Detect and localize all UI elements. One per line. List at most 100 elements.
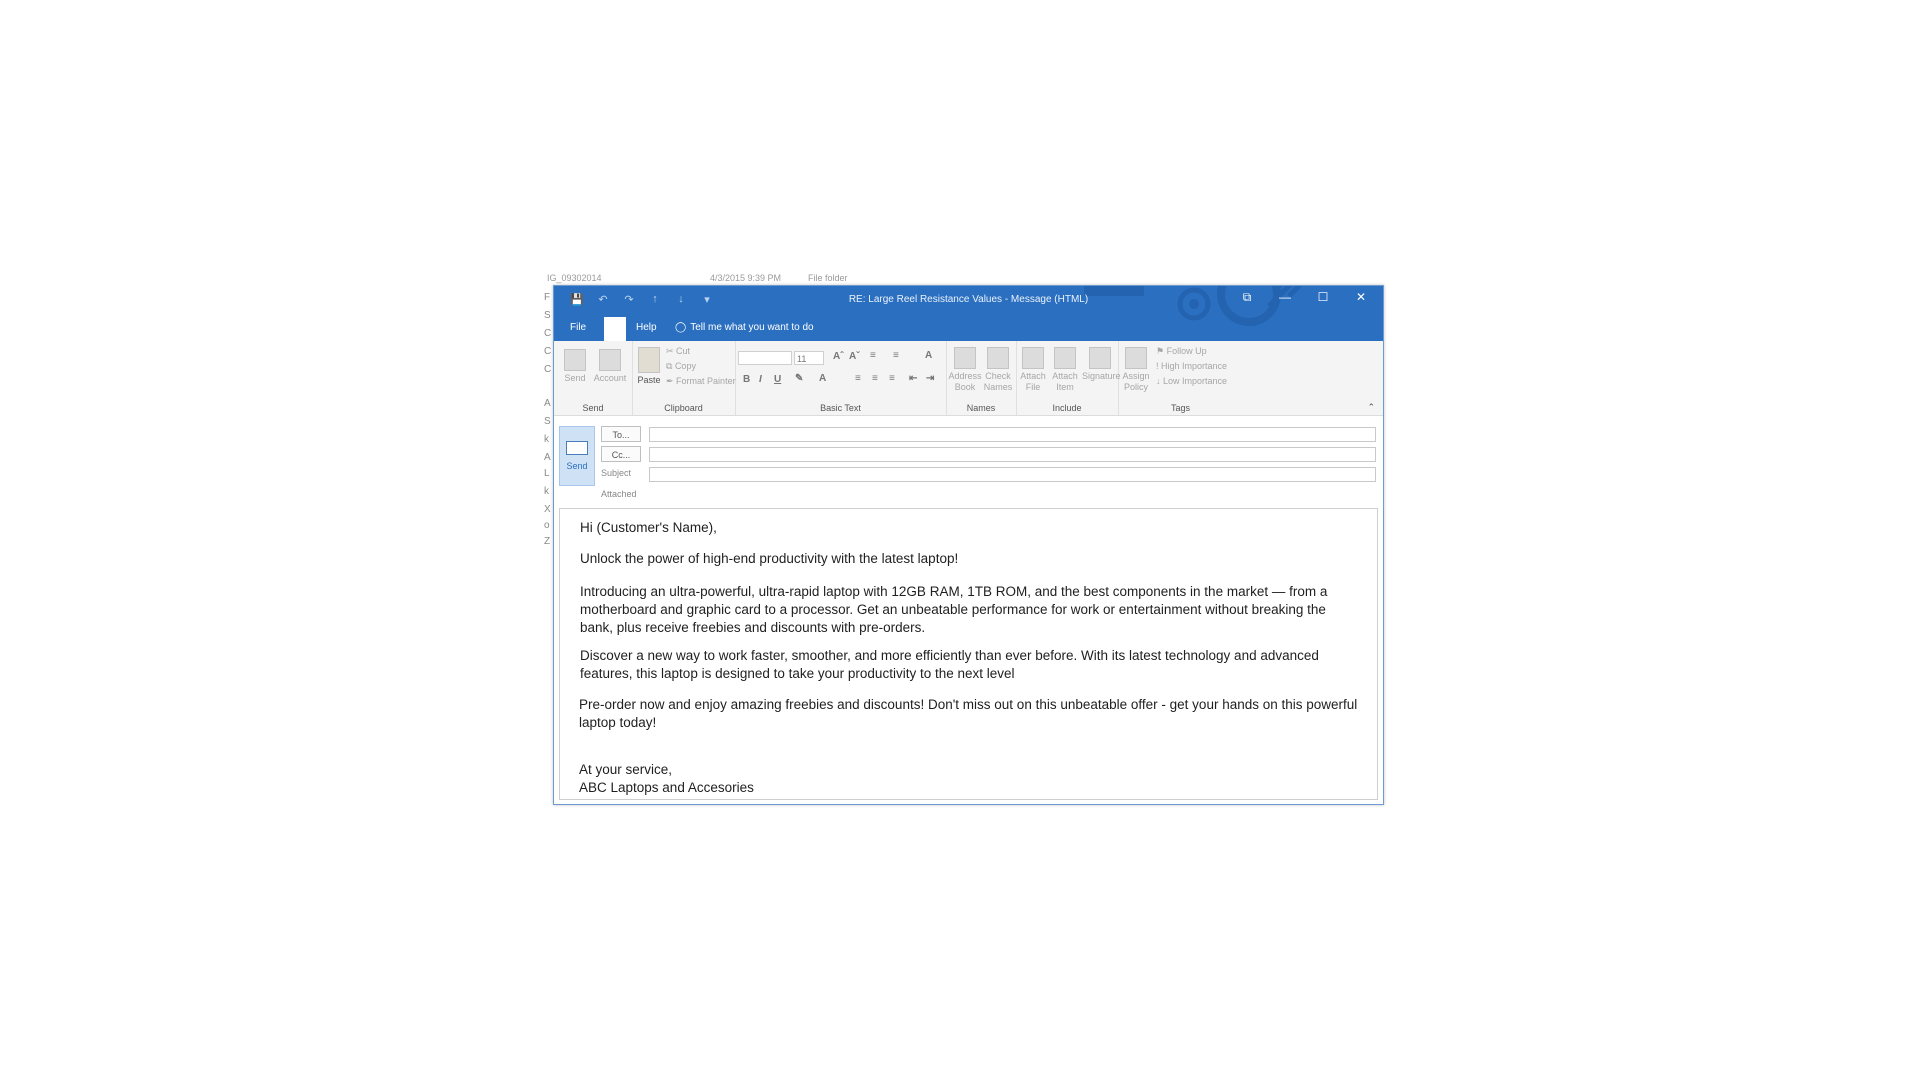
format-painter-label: Format Painter — [676, 376, 736, 386]
address-book-label: Address — [948, 371, 982, 381]
high-importance-button[interactable]: ! High Importance — [1156, 361, 1227, 371]
high-importance-label: High Importance — [1161, 361, 1228, 371]
subject-field[interactable] — [649, 467, 1376, 482]
background-letter: S — [544, 310, 551, 321]
font-size-combo[interactable]: 11 — [794, 351, 824, 365]
include-group: Attach File Attach Item Signature Includ… — [1016, 341, 1121, 415]
send-envelope-icon — [566, 441, 588, 455]
window-controls: ⧉ — ☐ ✕ — [1235, 290, 1373, 305]
attach-item-button[interactable]: Attach Item — [1050, 347, 1080, 393]
send-ribbon-label: Send — [564, 373, 586, 383]
font-name-combo[interactable] — [738, 351, 792, 365]
signature-label: Signature — [1082, 371, 1121, 381]
align-right-icon[interactable]: ≡ — [889, 373, 895, 384]
signoff-text: At your service, — [579, 762, 673, 777]
tab-help[interactable]: Help — [636, 314, 657, 341]
background-file-name: IG_09302014 — [547, 273, 602, 283]
signature-button[interactable]: Signature — [1082, 347, 1121, 382]
cc-field[interactable] — [649, 447, 1376, 462]
attach-file-label-2: File — [1025, 382, 1041, 392]
background-letter: C — [544, 346, 552, 357]
format-painter-button[interactable]: ✒ Format Painter — [666, 376, 736, 387]
background-letter: k — [544, 434, 549, 445]
copy-label: Copy — [674, 361, 696, 371]
envelope-attach-icon — [1054, 347, 1076, 369]
tags-group: Assign Policy ⚑ Follow Up ! High Importa… — [1118, 341, 1243, 415]
shrink-font-icon[interactable]: Aˇ — [849, 351, 860, 362]
basic-text-group: 11 Aˆ Aˇ ≡ ≡ A B I U ✎ A ≡ ≡ ≡ ⇤ ⇥ Basic… — [735, 341, 947, 415]
background-letter: C — [544, 328, 552, 339]
grow-font-icon[interactable]: Aˆ — [833, 351, 844, 362]
font-color-icon[interactable]: A — [819, 373, 826, 384]
send-group: Send Account Send — [554, 341, 633, 415]
tell-me-label: Tell me what you want to do — [690, 322, 814, 333]
attach-file-label: Attach — [1020, 371, 1046, 381]
align-center-icon[interactable]: ≡ — [872, 373, 878, 384]
names-group: Address Book Check Names Names — [946, 341, 1017, 415]
check-names-button[interactable]: Check Names — [982, 347, 1014, 393]
clipboard-group-label: Clipboard — [664, 403, 703, 413]
address-book-label-2: Book — [954, 382, 976, 392]
maximize-icon[interactable]: ☐ — [1311, 290, 1335, 305]
bullets-icon[interactable]: ≡ — [870, 350, 876, 361]
collapse-ribbon-icon[interactable]: ⌃ — [1367, 402, 1375, 413]
send-group-label: Send — [582, 403, 604, 413]
title-bar: 💾 ↶ ↷ ↑ ↓ ▾ RE: Large Reel Resistance Va… — [554, 286, 1383, 341]
account-label: Account — [593, 373, 627, 383]
names-group-label: Names — [966, 403, 996, 413]
send-ribbon-button[interactable]: Send — [560, 349, 590, 384]
align-left-icon[interactable]: ≡ — [855, 373, 861, 384]
background-letter: A — [544, 452, 551, 463]
clipboard-group: Paste ✂ Cut ⧉ Copy ✒ Format Painter Clip… — [632, 341, 736, 415]
attach-file-button[interactable]: Attach File — [1018, 347, 1048, 393]
close-icon[interactable]: ✕ — [1349, 290, 1373, 305]
lightbulb-icon: ◯ — [675, 322, 687, 333]
minimize-icon[interactable]: — — [1273, 290, 1297, 305]
to-button[interactable]: To... — [601, 426, 641, 442]
account-icon — [599, 349, 621, 371]
tab-active[interactable] — [604, 317, 626, 341]
highlight-icon[interactable]: ✎ — [795, 373, 803, 384]
clear-formatting-icon[interactable]: A — [925, 350, 932, 361]
background-letter: X — [544, 504, 551, 515]
background-letter: C — [544, 364, 552, 375]
background-letter: Z — [544, 536, 551, 547]
send-button[interactable]: Send — [559, 426, 595, 486]
increase-indent-icon[interactable]: ⇥ — [926, 373, 934, 384]
basic-text-group-label: Basic Text — [820, 403, 861, 413]
message-body[interactable]: Hi (Customer's Name), Unlock the power o… — [559, 508, 1378, 800]
policy-icon — [1125, 347, 1147, 369]
signature-pen-icon — [1089, 347, 1111, 369]
assign-policy-button[interactable]: Assign Policy — [1120, 347, 1152, 393]
subject-label: Subject — [601, 468, 632, 478]
italic-icon[interactable]: I — [759, 374, 762, 385]
background-letter: A — [544, 398, 551, 409]
tab-file[interactable]: File — [570, 314, 586, 341]
low-importance-button[interactable]: ↓ Low Importance — [1156, 376, 1227, 386]
paperclip-icon — [1022, 347, 1044, 369]
address-book-button[interactable]: Address Book — [948, 347, 982, 393]
cut-button[interactable]: ✂ Cut — [666, 346, 690, 357]
message-window: 💾 ↶ ↷ ↑ ↓ ▾ RE: Large Reel Resistance Va… — [553, 285, 1384, 805]
envelope-icon — [564, 349, 586, 371]
ribbon: Send Account Send Paste ✂ Cut ⧉ Copy ✒ F… — [554, 341, 1383, 416]
underline-icon[interactable]: U — [774, 374, 781, 385]
ribbon-tabs: File Help ◯ Tell me what you want to do — [554, 314, 1383, 341]
follow-up-button[interactable]: ⚑ Follow Up — [1156, 346, 1207, 357]
cc-button[interactable]: Cc... — [601, 446, 641, 462]
attach-item-label-2: Item — [1056, 382, 1074, 392]
clipboard-icon — [638, 347, 660, 373]
tell-me-search[interactable]: ◯ Tell me what you want to do — [675, 314, 814, 341]
decrease-indent-icon[interactable]: ⇤ — [909, 373, 917, 384]
account-button[interactable]: Account — [592, 349, 628, 384]
numbering-icon[interactable]: ≡ — [893, 350, 899, 361]
follow-up-label: Follow Up — [1166, 346, 1207, 356]
to-field[interactable] — [649, 427, 1376, 442]
address-book-icon — [954, 347, 976, 369]
paste-label: Paste — [637, 375, 661, 385]
ribbon-display-icon[interactable]: ⧉ — [1235, 290, 1259, 305]
check-names-icon — [987, 347, 1009, 369]
paste-button[interactable]: Paste — [636, 347, 662, 386]
bold-icon[interactable]: B — [743, 374, 750, 385]
copy-button[interactable]: ⧉ Copy — [666, 361, 696, 372]
